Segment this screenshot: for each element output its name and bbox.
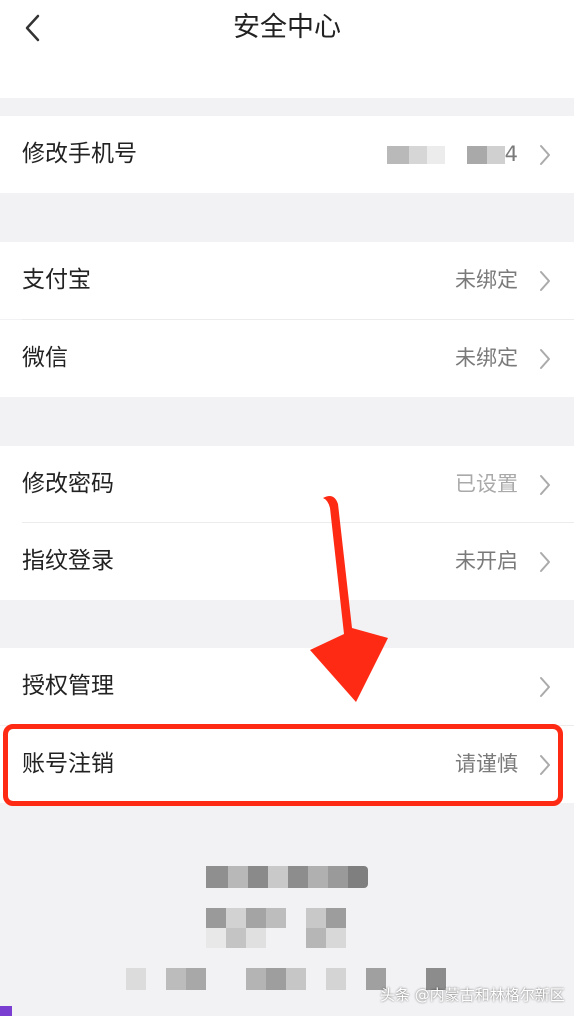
list-item-label: 修改手机号 [22, 141, 137, 167]
list-item-change-phone[interactable]: 修改手机号 4 [0, 116, 574, 193]
list-item-value: 4 [504, 142, 518, 166]
list-item-label: 修改密码 [22, 471, 114, 497]
chevron-right-icon [540, 349, 550, 369]
list-item-fingerprint-login[interactable]: 指纹登录 未开启 [0, 523, 574, 600]
corner-decoration [0, 1006, 12, 1016]
list-item-label: 微信 [22, 345, 68, 371]
list-item-value: 已设置 [455, 472, 518, 496]
chevron-right-icon [540, 552, 550, 572]
list-item-label: 支付宝 [22, 267, 91, 293]
list-item-alipay[interactable]: 支付宝 未绑定 [0, 242, 574, 319]
chevron-right-icon [540, 677, 550, 697]
list-item-label: 指纹登录 [22, 548, 114, 574]
list-item-value: 未绑定 [455, 346, 518, 370]
list-item-label: 授权管理 [22, 673, 114, 699]
list-item-wechat[interactable]: 微信 未绑定 [0, 320, 574, 397]
list-item-value: 未绑定 [455, 268, 518, 292]
watermark-text: 头条 @内蒙古和林格尔新区 [380, 986, 565, 1004]
highlight-box [3, 724, 563, 806]
arrow-down-annotation-icon [310, 496, 388, 702]
blurred-footer-info [126, 866, 456, 992]
chevron-right-icon [540, 271, 550, 291]
chevron-right-icon [540, 475, 550, 495]
page-title: 安全中心 [233, 12, 341, 43]
back-icon [25, 14, 40, 42]
list-item-change-password[interactable]: 修改密码 已设置 [0, 446, 574, 523]
list-item-value: 未开启 [455, 549, 518, 573]
back-button[interactable] [14, 8, 50, 48]
list-item-authorization-management[interactable]: 授权管理 [0, 648, 574, 725]
chevron-right-icon [540, 145, 550, 165]
app-header: 安全中心 [0, 0, 574, 98]
blurred-phone-number [387, 146, 517, 164]
